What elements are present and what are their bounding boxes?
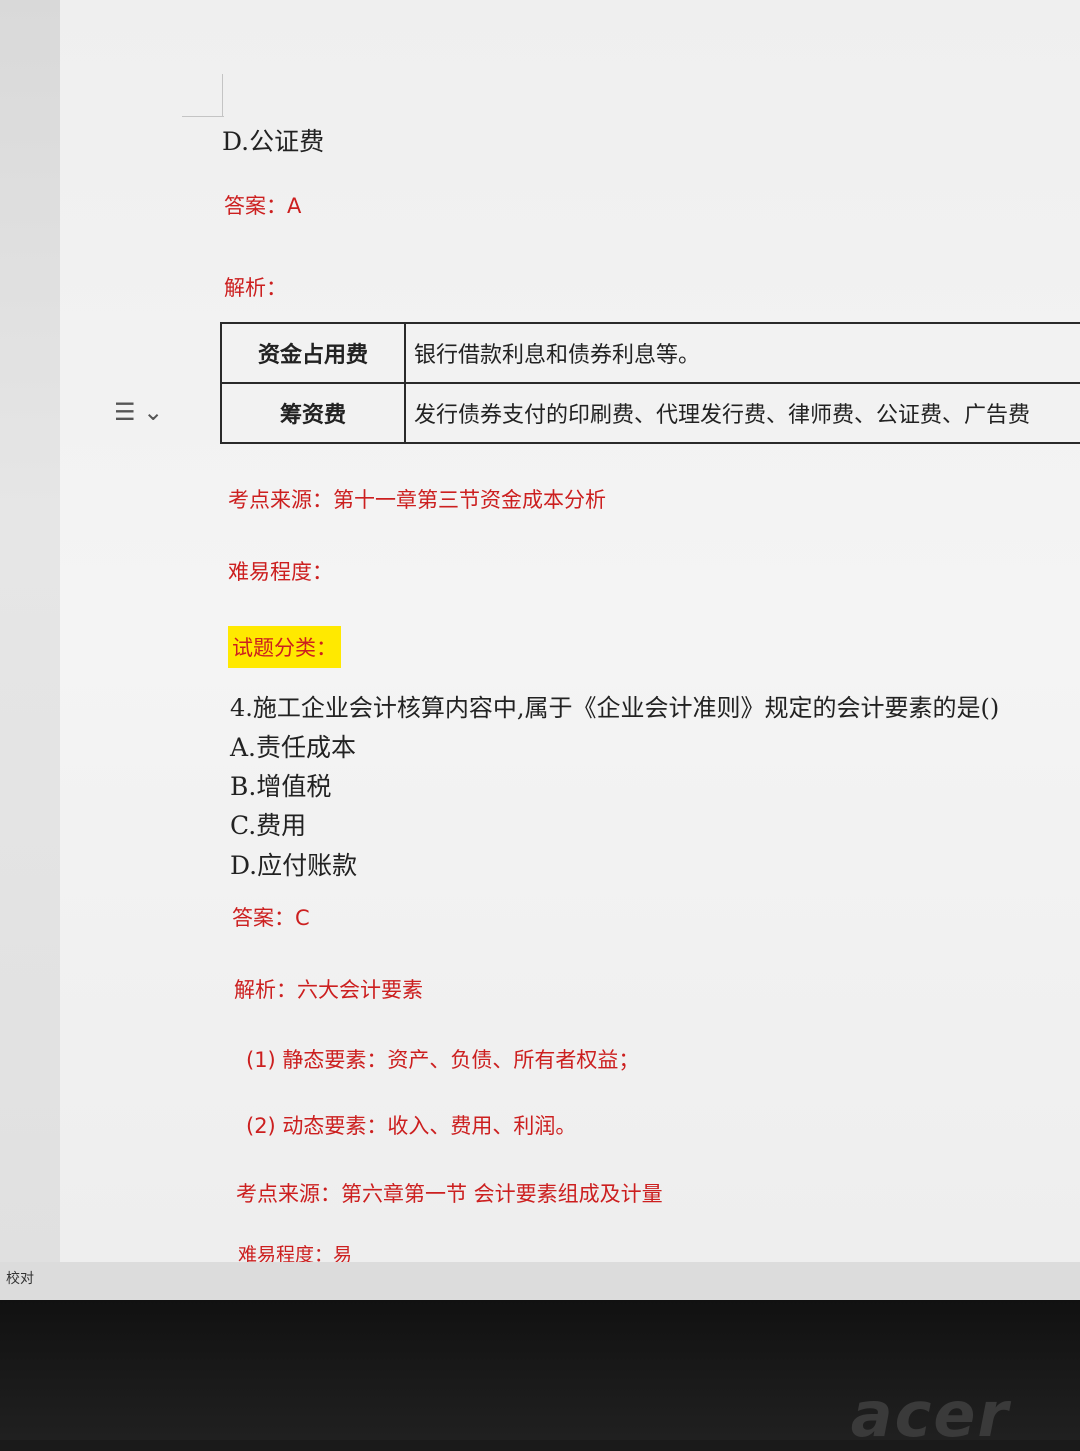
status-bar: 校对 (0, 1262, 1080, 1300)
source-label: 考点来源：第十一章第三节资金成本分析 (228, 488, 606, 512)
proofing-status[interactable]: 校对 (6, 1268, 34, 1288)
analysis-point: (1) 静态要素：资产、负债、所有者权益； (246, 1048, 640, 1072)
source-label: 考点来源：第六章第一节 会计要素组成及计量 (236, 1182, 663, 1206)
answer-label: 答案：C (232, 906, 310, 930)
analysis-label: 解析： (224, 276, 287, 300)
difficulty-label: 难易程度： (228, 560, 333, 584)
category-label: 试题分类： (228, 626, 341, 668)
question-stem: 4.施工企业会计核算内容中,属于《企业会计准则》规定的会计要素的是() (230, 694, 1000, 722)
table-cell-key: 筹资费 (220, 382, 406, 444)
analysis-table: 资金占用费 银行借款利息和债券利息等。 筹资费 发行债券支付的印刷费、代理发行费… (220, 322, 1080, 444)
table-cell-value: 发行债券支付的印刷费、代理发行费、律师费、公证费、广告费 (404, 382, 1080, 444)
table-row: 筹资费 发行债券支付的印刷费、代理发行费、律师费、公证费、广告费 (220, 382, 1080, 444)
page-margin-corner-mark (222, 74, 223, 116)
table-row: 资金占用费 银行借款利息和债券利息等。 (220, 322, 1080, 384)
analysis-point: (2) 动态要素：收入、费用、利润。 (246, 1114, 577, 1138)
list-icon[interactable]: ☰ ⌄ (114, 398, 163, 426)
option-b: B.增值税 (230, 772, 332, 801)
option-a: A.责任成本 (230, 733, 357, 762)
table-cell-key: 资金占用费 (220, 322, 406, 384)
screen: D.公证费 答案：A 解析： 资金占用费 银行借款利息和债券利息等。 筹资费 发… (0, 0, 1080, 1300)
option-c: C.费用 (230, 811, 307, 840)
table-cell-value: 银行借款利息和债券利息等。 (404, 322, 1080, 384)
option-d: D.公证费 (222, 127, 325, 156)
page-margin-corner-mark (182, 116, 224, 117)
option-d: D.应付账款 (230, 851, 358, 880)
analysis-text: 解析：六大会计要素 (234, 978, 423, 1002)
monitor-brand-logo: acer (850, 1378, 1010, 1451)
answer-label: 答案：A (224, 194, 302, 218)
